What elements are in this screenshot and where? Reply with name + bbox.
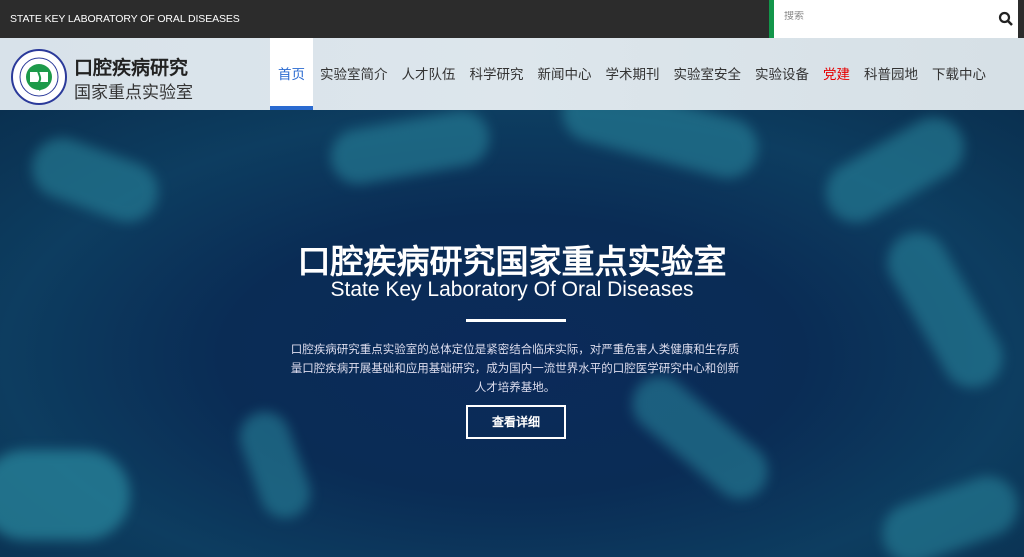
hero-title: 口腔疾病研究国家重点实验室 — [297, 242, 727, 281]
nav-home[interactable]: 首页 — [270, 38, 313, 110]
nav-news[interactable]: 新闻中心 — [531, 38, 599, 110]
search-icon[interactable] — [998, 11, 1014, 27]
main-nav: 首页 实验室简介 人才队伍 科学研究 新闻中心 学术期刊 实验室安全 实验设备 … — [270, 38, 993, 110]
nav-science-pop[interactable]: 科普园地 — [857, 38, 925, 110]
top-bar: STATE KEY LABORATORY OF ORAL DISEASES — [0, 0, 1024, 38]
bacteria-decoration — [232, 404, 318, 526]
nav-party[interactable]: 党建 — [816, 38, 857, 110]
lab-logo[interactable] — [10, 48, 68, 106]
search-box — [769, 0, 1018, 38]
logo-title-line2: 国家重点实验室 — [74, 83, 193, 103]
view-details-button[interactable]: 查看详细 — [466, 405, 566, 439]
nav-team[interactable]: 人才队伍 — [395, 38, 463, 110]
hero-subtitle: State Key Laboratory Of Oral Diseases — [330, 278, 694, 301]
bacteria-decoration — [555, 110, 765, 185]
logo-title-line1: 口腔疾病研究 — [74, 57, 189, 79]
bacteria-decoration — [815, 110, 975, 234]
hero-banner: 口腔疾病研究国家重点实验室 State Key Laboratory Of Or… — [0, 110, 1024, 557]
site-name-en: STATE KEY LABORATORY OF ORAL DISEASES — [10, 13, 240, 25]
divider — [466, 319, 566, 322]
nav-lab-safety[interactable]: 实验室安全 — [667, 38, 749, 110]
bacteria-decoration — [326, 110, 494, 189]
bacteria-decoration — [23, 129, 167, 231]
nav-research[interactable]: 科学研究 — [463, 38, 531, 110]
header: 口腔疾病研究 国家重点实验室 首页 实验室简介 人才队伍 科学研究 新闻中心 学… — [0, 38, 1024, 110]
nav-equipment[interactable]: 实验设备 — [748, 38, 816, 110]
nav-downloads[interactable]: 下载中心 — [925, 38, 993, 110]
hero-description: 口腔疾病研究重点实验室的总体定位是紧密结合临床实际，对严重危害人类健康和生存质量… — [290, 342, 740, 394]
nav-journal[interactable]: 学术期刊 — [599, 38, 667, 110]
bacteria-decoration — [873, 467, 1024, 557]
search-input[interactable] — [784, 11, 984, 22]
nav-about[interactable]: 实验室简介 — [313, 38, 395, 110]
bacteria-decoration — [0, 450, 130, 540]
